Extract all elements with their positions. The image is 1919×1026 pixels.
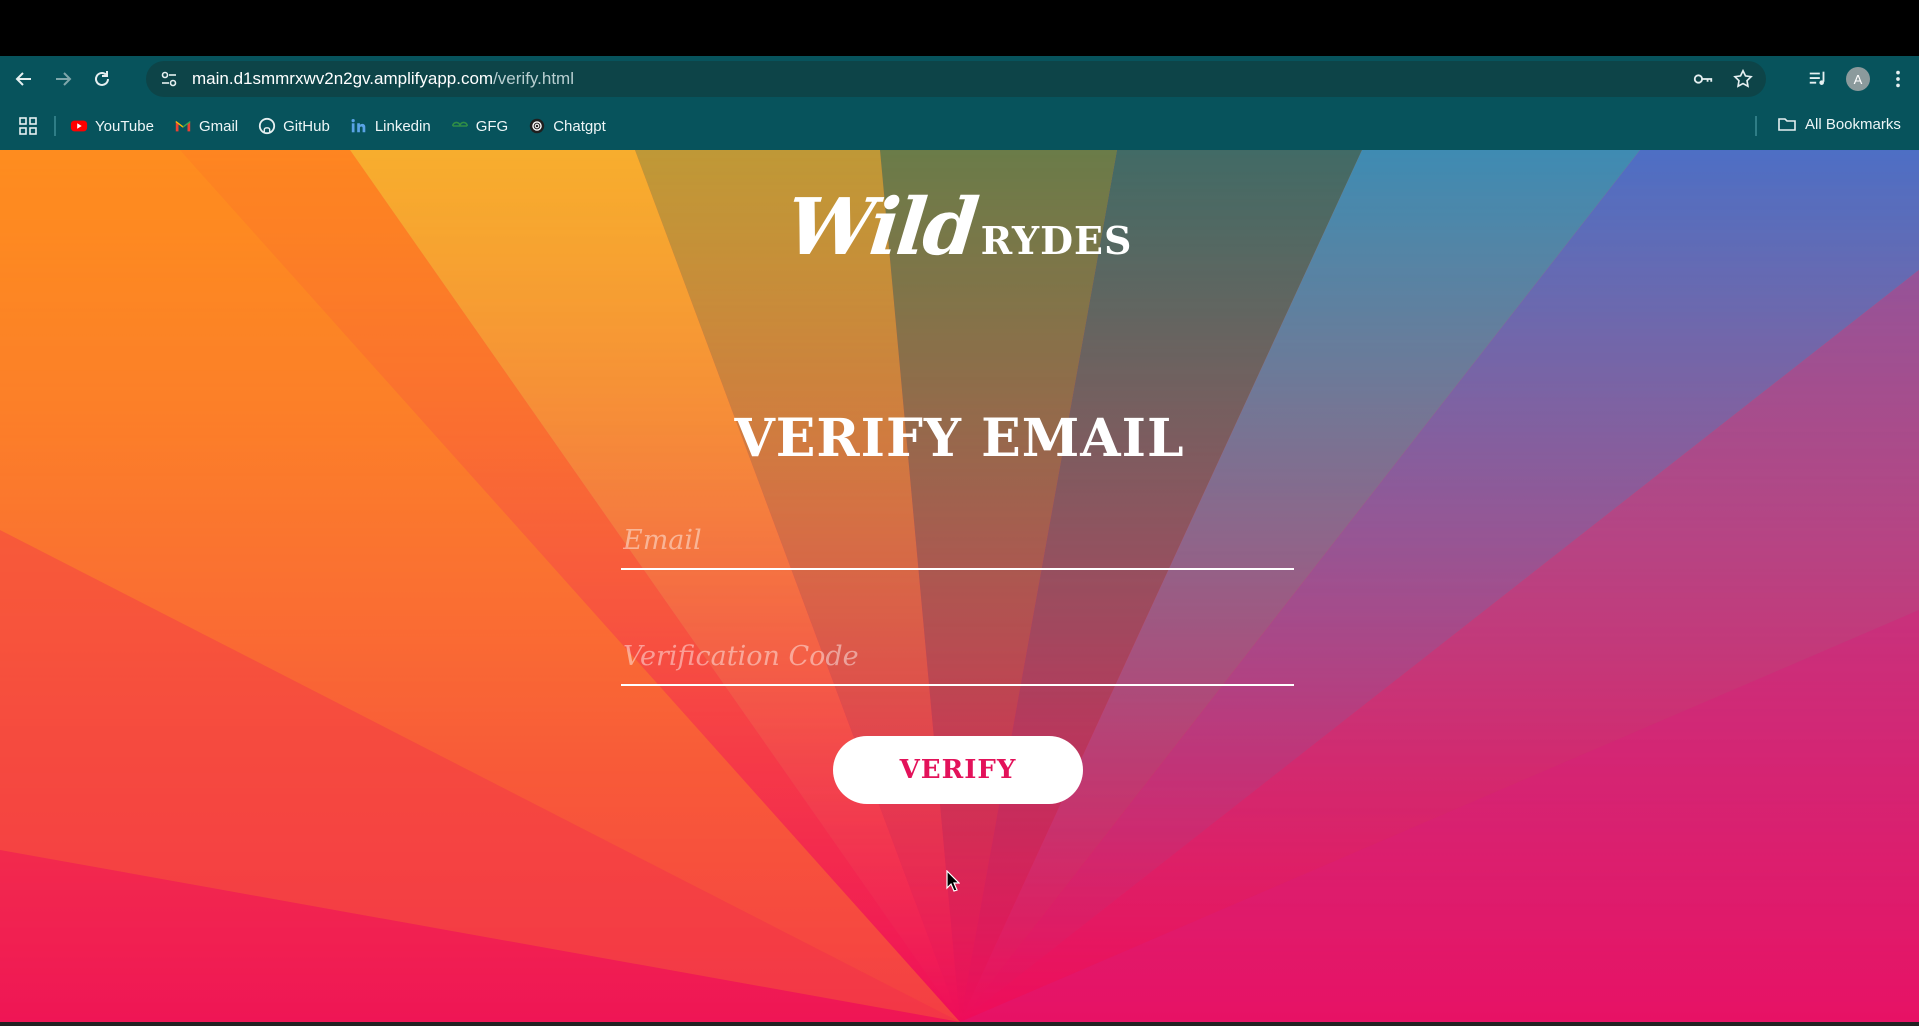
browser-toolbar: main.d1smmrxwv2n2gv.amplifyapp.com/verif… [0, 56, 1919, 102]
bookmarks-divider [1755, 116, 1757, 136]
bookmark-gfg[interactable]: GFG [451, 117, 509, 135]
logo-rydes-text: RYDES [980, 218, 1133, 263]
forward-button[interactable] [48, 64, 78, 94]
site-settings-icon[interactable] [154, 64, 184, 94]
youtube-icon [70, 117, 88, 135]
verification-code-field[interactable] [621, 628, 1294, 686]
linkedin-icon [350, 117, 368, 135]
kebab-menu-icon[interactable] [1883, 64, 1913, 94]
bookmark-label: Linkedin [374, 117, 431, 135]
bookmark-linkedin[interactable]: Linkedin [350, 117, 431, 135]
bookmark-label: Gmail [198, 117, 239, 135]
bookmark-label: YouTube [95, 117, 154, 135]
wild-rydes-logo: WildRYDES [0, 182, 1919, 273]
bookmark-gmail[interactable]: Gmail [174, 117, 238, 135]
bookmark-label: Chatgpt [553, 117, 606, 135]
email-field[interactable] [621, 512, 1294, 570]
window-bottom-edge [0, 1022, 1919, 1026]
avatar: A [1846, 67, 1870, 91]
all-bookmarks-label: All Bookmarks [1805, 115, 1901, 133]
verify-button[interactable]: VERIFY [833, 736, 1083, 804]
bookmark-label: GitHub [283, 117, 330, 135]
arrow-left-icon [15, 72, 31, 86]
folder-icon [1777, 114, 1797, 134]
password-key-icon[interactable] [1688, 64, 1718, 94]
arrow-right-icon [56, 72, 72, 86]
back-button[interactable] [9, 64, 39, 94]
gfg-icon [451, 117, 469, 135]
url-domain: main.d1smmrxwv2n2gv.amplifyapp.com [192, 69, 494, 88]
reload-icon [95, 71, 109, 86]
bookmark-youtube[interactable]: YouTube [70, 117, 154, 135]
all-bookmarks-button[interactable]: All Bookmarks [1777, 114, 1901, 134]
address-bar[interactable]: main.d1smmrxwv2n2gv.amplifyapp.com/verif… [146, 61, 1766, 97]
url-text[interactable]: main.d1smmrxwv2n2gv.amplifyapp.com/verif… [192, 69, 574, 89]
media-controls-icon[interactable] [1803, 64, 1833, 94]
apps-grid-icon[interactable] [16, 114, 40, 138]
bookmark-label: GFG [475, 117, 509, 135]
bookmark-star-icon[interactable] [1728, 64, 1758, 94]
bookmark-github[interactable]: GitHub [258, 117, 330, 135]
gmail-icon [174, 117, 192, 135]
page-title: VERIFY EMAIL [734, 408, 1185, 469]
bookmark-chatgpt[interactable]: Chatgpt [528, 117, 606, 135]
bookmarks-divider [54, 116, 56, 136]
logo-wild-text: Wild [781, 182, 980, 273]
profile-button[interactable]: A [1843, 64, 1873, 94]
reload-button[interactable] [87, 64, 117, 94]
chatgpt-icon [528, 117, 546, 135]
bookmarks-bar: YouTube Gmail GitHub Linkedin GFG Chatgp… [0, 102, 1919, 150]
github-icon [258, 117, 276, 135]
window-top-bar [0, 0, 1919, 56]
mouse-cursor-icon [946, 870, 960, 892]
url-path: /verify.html [493, 69, 574, 88]
